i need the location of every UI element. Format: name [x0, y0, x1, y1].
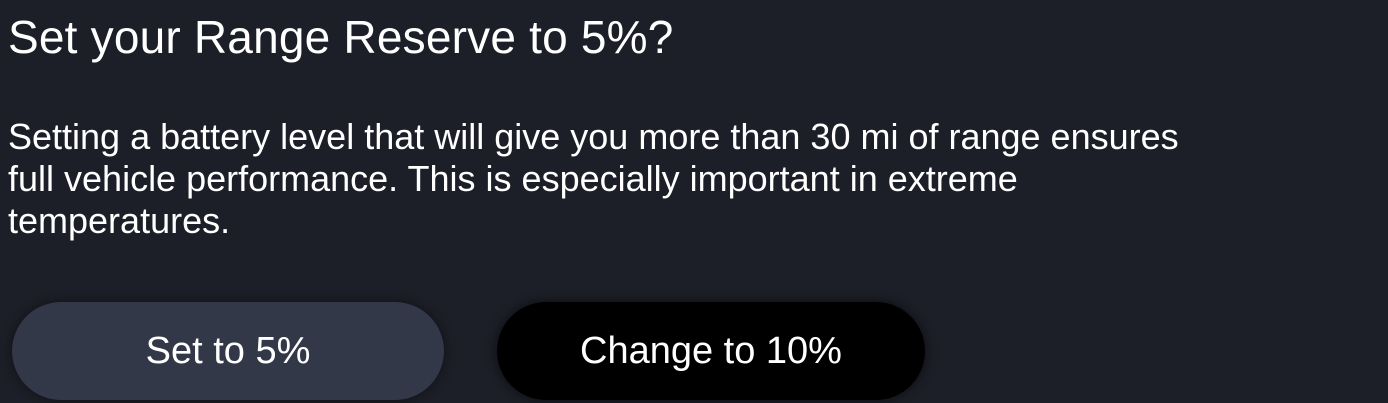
dialog-message-line-2: full vehicle performance. This is especi…	[8, 158, 1018, 199]
dialog-message-line-3: temperatures.	[8, 200, 231, 241]
change-to-10-percent-button[interactable]: Change to 10%	[497, 302, 925, 400]
change-to-10-percent-label: Change to 10%	[580, 329, 842, 372]
dialog-title: Set your Range Reserve to 5%?	[8, 11, 674, 63]
range-reserve-dialog: Set your Range Reserve to 5%? Setting a …	[0, 0, 1388, 403]
set-to-5-percent-button[interactable]: Set to 5%	[12, 302, 444, 400]
set-to-5-percent-label: Set to 5%	[145, 329, 311, 372]
dialog-message: Setting a battery level that will give y…	[8, 116, 1388, 242]
dialog-message-line-1: Setting a battery level that will give y…	[8, 116, 1179, 157]
